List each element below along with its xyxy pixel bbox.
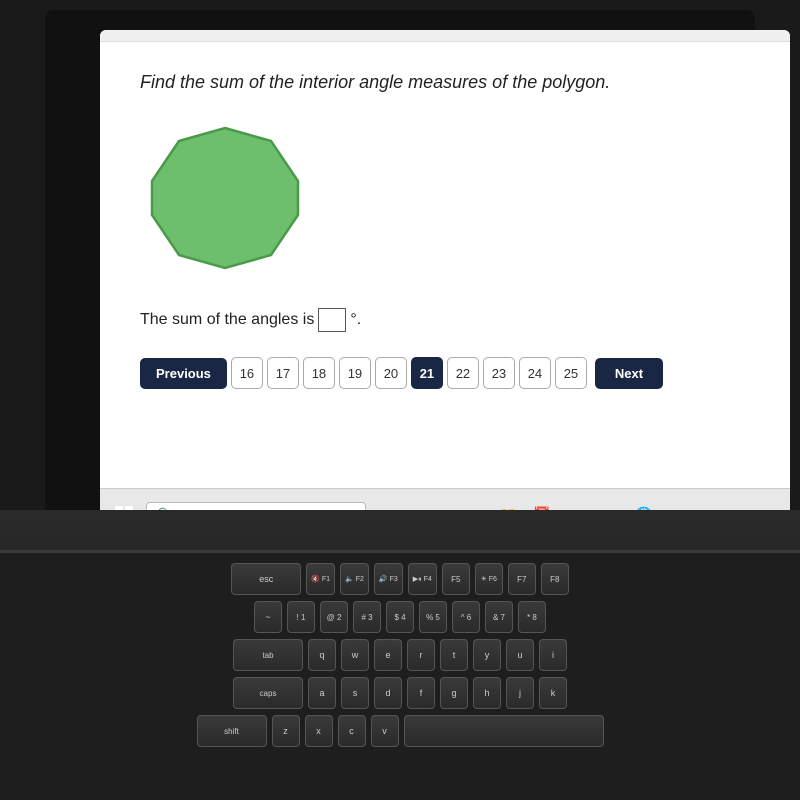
key-6[interactable]: ^ 6 [452,601,480,633]
screen-top-margin [100,30,790,42]
key-caps[interactable]: caps [233,677,303,709]
key-g[interactable]: g [440,677,468,709]
key-y[interactable]: y [473,639,501,671]
keyboard: esc 🔇 F1 🔈 F2 🔊 F3 ▶⏸ F4 F5 ☀ F6 F7 F8 ~… [0,553,800,763]
key-8[interactable]: * 8 [518,601,546,633]
polygon-container [140,113,750,288]
page-16[interactable]: 16 [231,357,263,389]
key-s[interactable]: s [341,677,369,709]
answer-input-box[interactable] [318,308,346,332]
key-t[interactable]: t [440,639,468,671]
key-h[interactable]: h [473,677,501,709]
key-space[interactable] [404,715,604,747]
qwerty-row: tab q w e r t y u i [40,639,760,671]
key-f4[interactable]: ▶⏸ F4 [408,563,437,595]
key-f8[interactable]: F8 [541,563,569,595]
key-shift[interactable]: shift [197,715,267,747]
key-j[interactable]: j [506,677,534,709]
page-22[interactable]: 22 [447,357,479,389]
key-7[interactable]: & 7 [485,601,513,633]
page-23[interactable]: 23 [483,357,515,389]
question-text: Find the sum of the interior angle measu… [140,72,750,93]
key-4[interactable]: $ 4 [386,601,414,633]
previous-button[interactable]: Previous [140,358,227,389]
key-w[interactable]: w [341,639,369,671]
answer-prefix: The sum of the angles is [140,311,314,329]
key-f[interactable]: f [407,677,435,709]
key-f6[interactable]: ☀ F6 [475,563,503,595]
fn-key-row: esc 🔇 F1 🔈 F2 🔊 F3 ▶⏸ F4 F5 ☀ F6 F7 F8 [40,563,760,595]
key-tab[interactable]: tab [233,639,303,671]
page-25[interactable]: 25 [555,357,587,389]
key-a[interactable]: a [308,677,336,709]
key-esc[interactable]: esc [231,563,301,595]
key-f5[interactable]: F5 [442,563,470,595]
key-i[interactable]: i [539,639,567,671]
keyboard-area: esc 🔇 F1 🔈 F2 🔊 F3 ▶⏸ F4 F5 ☀ F6 F7 F8 ~… [0,550,800,800]
key-c[interactable]: c [338,715,366,747]
page-24[interactable]: 24 [519,357,551,389]
key-f1[interactable]: 🔇 F1 [306,563,335,595]
key-f7[interactable]: F7 [508,563,536,595]
key-e[interactable]: e [374,639,402,671]
key-u[interactable]: u [506,639,534,671]
laptop-screen: Find the sum of the interior angle measu… [100,30,790,540]
home-row: caps a s d f g h j k [40,677,760,709]
key-tilde[interactable]: ~ [254,601,282,633]
key-q[interactable]: q [308,639,336,671]
bottom-row: shift z x c v [40,715,760,747]
next-button[interactable]: Next [595,358,663,389]
main-content: Find the sum of the interior angle measu… [100,42,790,540]
page-20[interactable]: 20 [375,357,407,389]
key-1[interactable]: ! 1 [287,601,315,633]
page-19[interactable]: 19 [339,357,371,389]
key-k[interactable]: k [539,677,567,709]
key-2[interactable]: @ 2 [320,601,348,633]
pagination: Previous 16 17 18 19 20 21 22 23 24 25 N… [140,357,750,389]
key-f3[interactable]: 🔊 F3 [374,563,403,595]
laptop-body: esc 🔇 F1 🔈 F2 🔊 F3 ▶⏸ F4 F5 ☀ F6 F7 F8 ~… [0,510,800,800]
key-f2[interactable]: 🔈 F2 [340,563,369,595]
key-x[interactable]: x [305,715,333,747]
key-r[interactable]: r [407,639,435,671]
laptop-bezel: Find the sum of the interior angle measu… [45,10,755,540]
key-3[interactable]: # 3 [353,601,381,633]
page-21-active[interactable]: 21 [411,357,443,389]
key-z[interactable]: z [272,715,300,747]
key-5[interactable]: % 5 [419,601,447,633]
answer-suffix: °. [350,311,361,329]
answer-line: The sum of the angles is °. [140,308,750,332]
key-v[interactable]: v [371,715,399,747]
page-17[interactable]: 17 [267,357,299,389]
key-d[interactable]: d [374,677,402,709]
number-key-row: ~ ! 1 @ 2 # 3 $ 4 % 5 ^ 6 & 7 * 8 [40,601,760,633]
polygon-svg [140,113,310,283]
page-18[interactable]: 18 [303,357,335,389]
